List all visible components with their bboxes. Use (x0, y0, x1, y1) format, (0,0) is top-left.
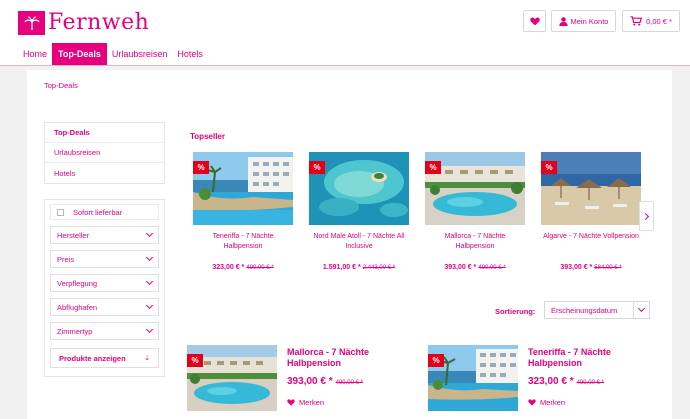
price-current: 393,00 € * (560, 264, 593, 271)
user-icon (558, 16, 568, 26)
filter-zimmertyp[interactable]: Zimmertyp (50, 322, 159, 340)
chevron-right-icon (641, 212, 650, 220)
account-button[interactable]: Mein Konto (551, 10, 616, 32)
filter-instock[interactable]: Sofort lieferbar (50, 204, 159, 220)
product-image[interactable]: % (187, 345, 277, 411)
product-name[interactable]: Teneriffa - 7 Nächte Halbpension (528, 347, 648, 369)
nav-item-home[interactable]: Home (18, 43, 52, 65)
merken-label: Merken (540, 398, 566, 407)
product-image[interactable]: % (309, 152, 409, 225)
chevron-down-icon (145, 301, 154, 310)
merken-button[interactable]: Merken (528, 398, 565, 407)
slider-next-button[interactable] (639, 201, 654, 231)
filter-panel: Sofort lieferbar Hersteller Preis Verpfl… (44, 199, 165, 377)
category-item-urlaubsreisen[interactable]: Urlaubsreisen (45, 143, 164, 163)
account-label: Mein Konto (570, 16, 609, 26)
chevron-down-icon (637, 304, 646, 313)
product-name[interactable]: Teneriffa - 7 Nächte Halbpension (193, 232, 293, 254)
sort-select[interactable]: Erscheinungsdatum (544, 301, 650, 319)
product-image[interactable]: % (428, 345, 518, 411)
cart-total: 0,00 € * (646, 16, 672, 26)
sort-selected-value: Erscheinungsdatum (551, 305, 618, 315)
sort-dropdown-arrow[interactable] (633, 302, 649, 318)
topseller-title: Topseller (190, 132, 225, 141)
price-current: 323,00 € * (212, 264, 245, 271)
chevron-down-icon (145, 325, 154, 334)
instock-label: Sofort lieferbar (73, 207, 123, 217)
heart-icon (287, 399, 295, 406)
palm-logo-icon (18, 10, 45, 35)
category-item-top-deals[interactable]: Top-Deals (45, 123, 164, 143)
filter-label: Verpflegung (57, 278, 98, 288)
merken-label: Merken (299, 398, 325, 407)
discount-badge: % (541, 161, 557, 174)
price-current: 323,00 € * (528, 376, 574, 387)
price-old: 584,00 € * (594, 265, 622, 271)
topseller-product[interactable]: % Algarve - 7 Nächte Vollpension 393,00 … (541, 152, 641, 271)
instock-checkbox[interactable] (57, 208, 64, 216)
product-image[interactable]: % (541, 152, 641, 225)
price-old: 490,00 € * (576, 380, 604, 386)
discount-badge: % (428, 354, 444, 367)
filter-label: Zimmertyp (57, 326, 93, 336)
discount-badge: % (425, 161, 441, 174)
price-current: 393,00 € * (287, 376, 333, 387)
product-price: 1.591,00 € * 2.443,00 € * (309, 264, 409, 271)
filter-label: Preis (57, 254, 75, 264)
discount-badge: % (187, 354, 203, 367)
product-name[interactable]: Algarve - 7 Nächte Vollpension (541, 232, 641, 254)
filter-abflughafen[interactable]: Abflughafen (50, 298, 159, 316)
product-price: 393,00 € * 490,00 € * (287, 376, 417, 387)
filter-label: Hersteller (57, 230, 90, 240)
merken-button[interactable]: Merken (287, 398, 324, 407)
price-old: 2.443,00 € * (362, 265, 396, 271)
filter-label: Abflughafen (57, 302, 98, 312)
price-old: 490,00 € * (246, 265, 274, 271)
sort-label: Sortierung: (495, 307, 536, 316)
chevron-down-icon (145, 229, 154, 238)
product-price: 393,00 € * 490,00 € * (425, 264, 525, 271)
product-name[interactable]: Nord Male Atoll - 7 Nächte All Inclusive (309, 232, 409, 254)
filter-verpflegung[interactable]: Verpflegung (50, 274, 159, 292)
main-nav: Home Top-Deals Urlaubsreisen Hotels (18, 43, 208, 65)
category-list: Top-Deals Urlaubsreisen Hotels (44, 122, 165, 184)
topseller-product[interactable]: % Nord Male Atoll - 7 Nächte All Inclusi… (309, 152, 409, 271)
heart-icon (528, 399, 536, 406)
topseller-product[interactable]: % Teneriffa - 7 Nächte Halbpension 323,0… (193, 152, 293, 271)
nav-item-hotels[interactable]: Hotels (172, 43, 208, 65)
price-current: 1.591,00 € * (322, 264, 361, 271)
breadcrumb[interactable]: Top-Deals (44, 81, 78, 90)
price-old: 490,00 € * (478, 265, 506, 271)
discount-badge: % (193, 161, 209, 174)
content-card: Top-Deals Top-Deals Urlaubsreisen Hotels… (27, 70, 672, 419)
product-name[interactable]: Mallorca - 7 Nächte Halbpension (287, 347, 407, 369)
price-old: 490,00 € * (335, 380, 363, 386)
discount-badge: % (309, 161, 325, 174)
product-image[interactable]: % (193, 152, 293, 225)
wishlist-button[interactable] (523, 10, 546, 32)
topseller-product[interactable]: % Mallorca - 7 Nächte Halbpension 393,00… (425, 152, 525, 271)
logo[interactable]: Fernweh (18, 10, 149, 35)
cart-icon (630, 16, 643, 26)
chevron-down-icon (145, 277, 154, 286)
header: Fernweh Mein Konto 0,00 € * Home Top-Dea… (0, 0, 690, 66)
nav-item-top-deals[interactable]: Top-Deals (52, 43, 107, 65)
nav-item-urlaubsreisen[interactable]: Urlaubsreisen (107, 43, 173, 65)
product-name[interactable]: Mallorca - 7 Nächte Halbpension (425, 232, 525, 254)
cart-button[interactable]: 0,00 € * (622, 10, 680, 32)
price-current: 393,00 € * (444, 264, 477, 271)
logo-text: Fernweh (48, 10, 150, 35)
show-products-label: Produkte anzeigen (59, 353, 126, 363)
list-icon: ⇣ (144, 355, 150, 362)
filter-hersteller[interactable]: Hersteller (50, 226, 159, 244)
heart-icon (529, 16, 540, 25)
product-price: 393,00 € * 584,00 € * (541, 264, 641, 271)
product-image[interactable]: % (425, 152, 525, 225)
chevron-down-icon (145, 253, 154, 262)
product-price: 323,00 € * 490,00 € * (528, 376, 658, 387)
show-products-button[interactable]: Produkte anzeigen ⇣ (50, 348, 159, 368)
filter-preis[interactable]: Preis (50, 250, 159, 268)
product-price: 323,00 € * 490,00 € * (193, 264, 293, 271)
category-item-hotels[interactable]: Hotels (45, 163, 164, 183)
